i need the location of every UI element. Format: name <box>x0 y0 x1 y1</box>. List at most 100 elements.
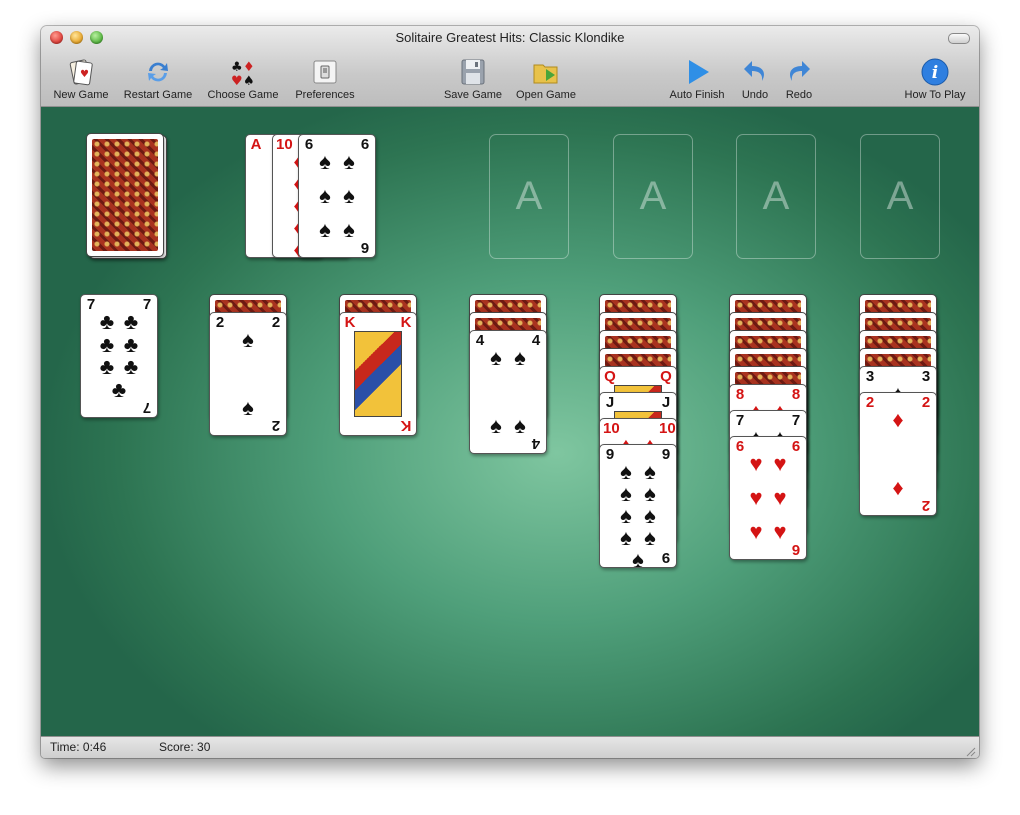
suit-pip: ♦ <box>892 407 904 432</box>
new-game-label: New Game <box>53 89 109 101</box>
suit-pip: ♠ <box>514 413 526 438</box>
card-rank: J <box>661 394 671 411</box>
face-card-art <box>354 331 402 417</box>
playing-card[interactable]: 2 2 2 ♦ ♦ <box>859 392 937 516</box>
card-rank: Q <box>660 368 672 385</box>
svg-text:♦: ♦ <box>243 60 255 75</box>
game-window: Solitaire Greatest Hits: Classic Klondik… <box>41 26 979 758</box>
foundation-slot[interactable]: A <box>489 134 569 259</box>
preferences-label: Preferences <box>295 89 355 101</box>
suit-pip: ♠ <box>242 395 254 420</box>
info-icon: i <box>897 56 973 88</box>
time-readout: Time: 0:46 <box>50 740 107 754</box>
save-game-label: Save Game <box>443 89 503 101</box>
card-rank: 10 <box>659 420 676 437</box>
card-rank: K <box>400 314 412 331</box>
card-rank: 6 <box>360 239 370 256</box>
card-pips: ♠ ♠ ♠ ♠ ♠ ♠ <box>313 151 361 241</box>
suit-pip: ♠ <box>644 503 656 528</box>
card-rank: 9 <box>605 446 615 463</box>
suit-pip: ♥ <box>773 451 787 476</box>
playing-card[interactable]: 7 7 7 ♣ ♣ ♣ ♣ ♣ ♣ ♣ <box>80 294 158 418</box>
status-bar: Time: 0:46 Score: 30 <box>41 736 979 758</box>
playing-card[interactable]: 6 6 6 ♥ ♥ ♥ ♥ ♥ ♥ <box>729 436 807 560</box>
card-rank: K <box>400 417 412 434</box>
undo-arrow-icon <box>735 56 775 88</box>
svg-text:♥: ♥ <box>80 69 89 80</box>
card-suits-icon: ♣ ♦ ♥ ♠ <box>203 56 283 88</box>
how-to-play-button[interactable]: i How To Play <box>897 56 973 104</box>
suit-pip: ♠ <box>319 217 331 242</box>
stock-pile-top[interactable] <box>86 133 164 257</box>
suit-pip: ♣ <box>123 354 139 380</box>
suit-pip: ♠ <box>319 183 331 208</box>
window-title: Solitaire Greatest Hits: Classic Klondik… <box>395 30 625 45</box>
suit-pip: ♠ <box>343 217 355 242</box>
card-rank: 8 <box>791 386 801 403</box>
card-pips: ♣ ♣ ♣ ♣ ♣ ♣ ♣ <box>95 311 143 401</box>
foundation-slot[interactable]: A <box>860 134 940 259</box>
save-game-button[interactable]: Save Game <box>439 56 507 104</box>
redo-button[interactable]: Redo <box>779 56 819 104</box>
suit-pip: ♥ <box>749 485 763 510</box>
suit-pip: ♥ <box>749 451 763 476</box>
card-pips: ♥ ♥ ♥ ♥ ♥ ♥ <box>744 453 792 543</box>
svg-text:♠: ♠ <box>243 74 255 87</box>
undo-button[interactable]: Undo <box>735 56 775 104</box>
suit-pip: ♣ <box>111 376 127 402</box>
game-table: AAA♦101010♦♦♦♦♦♦♦♦♦♦666♠♠♠♠♠♠ A A A A 77… <box>41 107 979 736</box>
restart-game-button[interactable]: Restart Game <box>118 56 198 104</box>
resize-grip-icon[interactable] <box>964 745 976 757</box>
floppy-disk-icon <box>439 56 507 88</box>
card-rank: 4 <box>531 332 541 349</box>
suit-pip: ♣ <box>99 309 115 334</box>
score-readout: Score: 30 <box>159 740 211 754</box>
suit-pip: ♠ <box>632 547 644 568</box>
card-rank: 4 <box>531 435 541 452</box>
card-pips: ♦ ♦ <box>874 409 922 499</box>
toolbar-toggle-button[interactable] <box>948 33 970 44</box>
suit-pip: ♣ <box>123 331 139 357</box>
playing-card[interactable]: 2 2 2 ♠ ♠ <box>209 312 287 436</box>
svg-text:i: i <box>932 63 938 83</box>
suit-pip: ♠ <box>343 149 355 174</box>
card-rank: 2 <box>271 314 281 331</box>
card-pips: ♠ ♠ ♠ ♠ ♠ ♠ ♠ ♠ ♠ <box>614 461 662 568</box>
choose-game-button[interactable]: ♣ ♦ ♥ ♠ Choose Game <box>203 56 283 104</box>
playing-card[interactable]: 6 6 6 ♠ ♠ ♠ ♠ ♠ ♠ <box>298 134 376 258</box>
suit-pip: ♠ <box>644 525 656 550</box>
card-rank: Q <box>604 368 616 385</box>
open-game-button[interactable]: Open Game <box>511 56 581 104</box>
choose-game-label: Choose Game <box>207 89 279 101</box>
auto-finish-button[interactable]: Auto Finish <box>661 56 733 104</box>
foundation-slot[interactable]: A <box>613 134 693 259</box>
card-rank: 9 <box>661 549 671 566</box>
card-rank: 2 <box>921 497 931 514</box>
suit-pip: ♠ <box>242 327 254 352</box>
foundation-slot[interactable]: A <box>736 134 816 259</box>
new-game-button[interactable]: ♥ New Game <box>49 56 113 104</box>
auto-finish-label: Auto Finish <box>669 89 725 101</box>
card-rank: 6 <box>791 541 801 558</box>
recycle-arrows-icon <box>118 56 198 88</box>
playing-card[interactable]: 9 9 9 ♠ ♠ ♠ ♠ ♠ ♠ ♠ ♠ ♠ <box>599 444 677 568</box>
suit-pip: ♣ <box>123 309 139 334</box>
suit-pip: ♠ <box>490 345 502 370</box>
restart-game-label: Restart Game <box>123 89 193 101</box>
redo-label: Redo <box>785 89 813 101</box>
preferences-button[interactable]: Preferences <box>289 56 361 104</box>
suit-pip: ♣ <box>99 331 115 357</box>
card-rank: 10 <box>603 420 620 437</box>
card-pips: ♠ ♠ ♠ ♠ <box>484 347 532 437</box>
card-pips: ♠ ♠ <box>224 329 272 419</box>
playing-card[interactable]: 4 4 4 ♠ ♠ ♠ ♠ <box>469 330 547 454</box>
playing-card[interactable]: K K K <box>339 312 417 436</box>
switch-icon <box>289 56 361 88</box>
cards-icon: ♥ <box>49 56 113 88</box>
titlebar: Solitaire Greatest Hits: Classic Klondik… <box>41 26 979 107</box>
svg-text:♣: ♣ <box>231 60 243 75</box>
play-arrow-icon <box>661 56 733 88</box>
card-rank: K <box>344 314 356 331</box>
card-rank: 9 <box>661 446 671 463</box>
card-rank: A <box>250 136 262 153</box>
